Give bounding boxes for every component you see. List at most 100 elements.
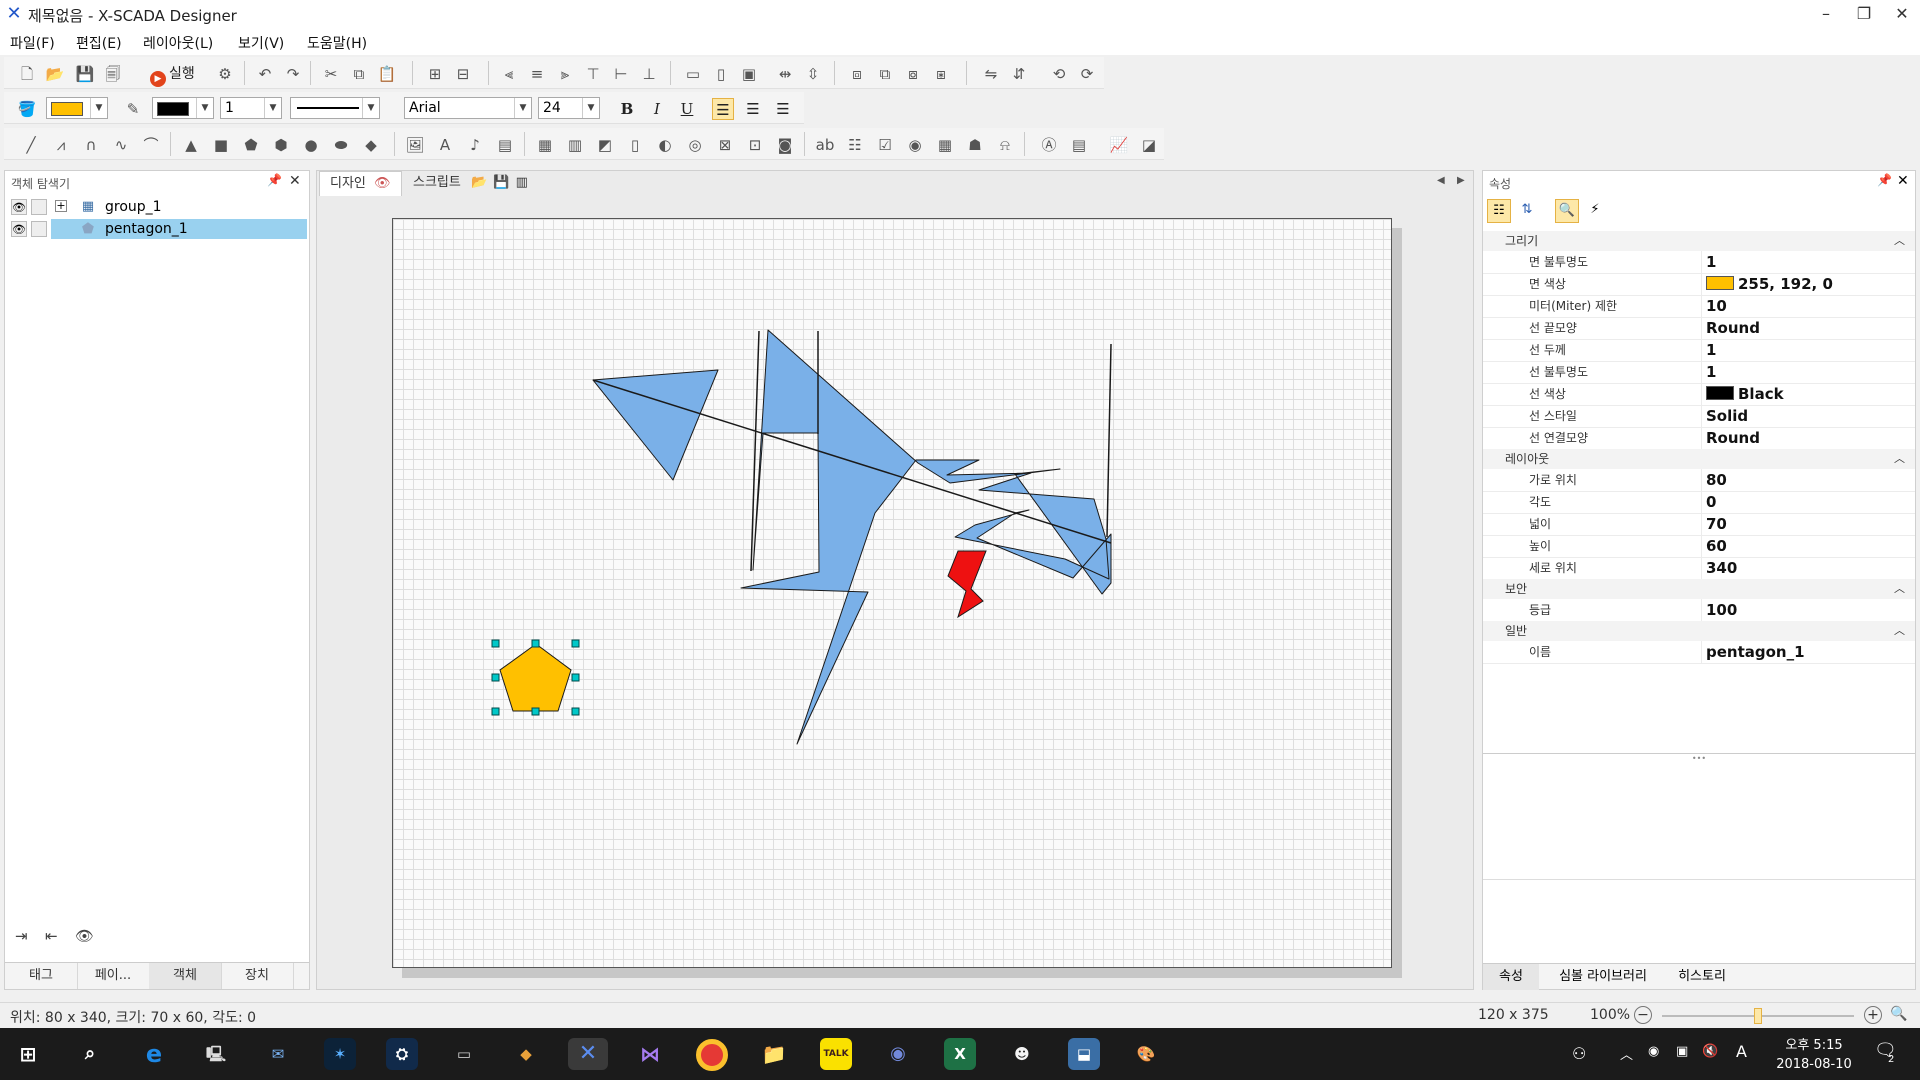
tree-item-group_1[interactable]: 👁 + ▦ group_1 xyxy=(7,197,307,217)
symbol-tool-9-icon[interactable]: ◙ xyxy=(774,134,796,156)
property-value[interactable]: Round xyxy=(1701,317,1916,339)
handle-top-center[interactable] xyxy=(531,639,540,648)
area-chart-icon[interactable]: ◪ xyxy=(1138,134,1160,156)
kakaotalk-icon[interactable]: TALK xyxy=(820,1038,852,1070)
collapse-chevron-icon[interactable]: ︿ xyxy=(1894,449,1905,469)
minimize-button[interactable]: – xyxy=(1806,0,1846,28)
property-row[interactable]: 면 색상 255, 192, 0 xyxy=(1483,273,1915,296)
property-row[interactable]: 세로 위치 340 xyxy=(1483,557,1915,580)
vertical-line-3[interactable] xyxy=(1106,343,1112,538)
symbol-tool-1-icon[interactable]: ▦ xyxy=(534,134,556,156)
line-tool-icon[interactable]: ╱ xyxy=(20,134,42,156)
symbol-tool-2-icon[interactable]: ▥ xyxy=(564,134,586,156)
symbol-tool-6-icon[interactable]: ◎ xyxy=(684,134,706,156)
open-folder-icon[interactable]: 📂 xyxy=(44,63,66,85)
zoom-out-button[interactable]: − xyxy=(1634,1006,1652,1024)
group-icon[interactable]: ⊞ xyxy=(424,63,446,85)
save-icon[interactable]: 💾 xyxy=(74,63,96,85)
text-align-left-button[interactable]: ☰ xyxy=(712,98,734,120)
tab-pages[interactable]: 페이... xyxy=(77,963,150,989)
send-backward-icon[interactable]: ⧇ xyxy=(902,63,924,85)
arc-tool-icon[interactable]: ⌒ xyxy=(140,134,162,156)
lock-toggle[interactable] xyxy=(31,221,47,237)
close-button[interactable]: ✕ xyxy=(1882,0,1920,28)
underline-button[interactable]: U xyxy=(676,98,698,120)
property-category[interactable]: 그리기 ︿ xyxy=(1483,231,1915,251)
property-category[interactable]: 보안 ︿ xyxy=(1483,579,1915,599)
expand-icon[interactable]: + xyxy=(55,200,67,212)
tab-script[interactable]: 스크립트 📂 💾 ▥ xyxy=(403,171,538,195)
folder-icon[interactable]: 📁 xyxy=(758,1038,790,1070)
drawing-canvas[interactable] xyxy=(392,218,1392,968)
paint-icon[interactable]: 🎨 xyxy=(1130,1038,1162,1070)
property-value[interactable]: pentagon_1 xyxy=(1701,641,1916,663)
pentagon_1-shape[interactable] xyxy=(499,643,572,712)
handle-bottom-right[interactable] xyxy=(571,707,580,716)
discord-tray-icon[interactable]: ◉ xyxy=(1648,1044,1659,1059)
property-value[interactable]: 1 xyxy=(1701,339,1916,361)
close-icon[interactable]: ✕ xyxy=(289,173,301,189)
eye-icon[interactable]: 👁 xyxy=(11,221,27,237)
columns-icon[interactable]: ▥ xyxy=(516,175,528,190)
save-icon[interactable]: 💾 xyxy=(493,175,509,190)
close-icon[interactable]: ✕ xyxy=(1897,173,1909,189)
same-size-icon[interactable]: ▣ xyxy=(738,63,760,85)
property-row[interactable]: 선 불투명도 1 xyxy=(1483,361,1915,384)
align-middle-icon[interactable]: ⊢ xyxy=(610,63,632,85)
bring-front-icon[interactable]: ⧈ xyxy=(846,63,868,85)
symbol-tool-7-icon[interactable]: ⊠ xyxy=(714,134,736,156)
flip-horizontal-icon[interactable]: ⇋ xyxy=(980,63,1002,85)
flip-vertical-icon[interactable]: ⇵ xyxy=(1008,63,1030,85)
align-bottom-icon[interactable]: ⊥ xyxy=(638,63,660,85)
scroll-left-icon[interactable]: ◀ xyxy=(1437,175,1445,186)
rotate-right-icon[interactable]: ⟳ xyxy=(1076,63,1098,85)
hexagon-tool-icon[interactable]: ⬢ xyxy=(270,134,292,156)
rotate-left-icon[interactable]: ⟲ xyxy=(1048,63,1070,85)
tab-symbol-library[interactable]: 심볼 라이브러리 xyxy=(1543,964,1663,990)
font-size-select[interactable]: 24 ▼ xyxy=(538,97,600,119)
polygon-tool-icon[interactable]: ◆ xyxy=(360,134,382,156)
pencil-icon[interactable]: ✎ xyxy=(122,98,144,120)
grid-control-icon[interactable]: ▦ xyxy=(934,134,956,156)
property-row[interactable]: 선 끝모양 Round xyxy=(1483,317,1915,340)
save-all-icon[interactable]: 🗐 xyxy=(102,63,124,85)
property-value[interactable]: Solid xyxy=(1701,405,1916,427)
property-row[interactable]: 가로 위치 80 xyxy=(1483,469,1915,492)
outdent-icon[interactable]: ⇤ xyxy=(45,927,58,945)
curve-tool-icon[interactable]: ∩ xyxy=(80,134,102,156)
visual-studio-icon[interactable]: ⋈ xyxy=(634,1038,666,1070)
property-value[interactable]: Round xyxy=(1701,427,1916,449)
ungroup-icon[interactable]: ⊟ xyxy=(452,63,474,85)
polyline-tool-icon[interactable]: ⩘ xyxy=(50,134,72,156)
menu-view[interactable]: 보기(V) xyxy=(238,33,284,53)
property-row[interactable]: 높이 60 xyxy=(1483,535,1915,558)
collapse-chevron-icon[interactable]: ︿ xyxy=(1894,231,1905,251)
tab-devices[interactable]: 장치 xyxy=(221,963,294,989)
xscada-taskbar-icon[interactable]: ✕ xyxy=(568,1038,608,1070)
property-row[interactable]: 미터(Miter) 제한 10 xyxy=(1483,295,1915,318)
collapse-chevron-icon[interactable]: ︿ xyxy=(1894,579,1905,599)
splitter-handle[interactable]: ••• xyxy=(1483,753,1915,763)
redo-icon[interactable]: ↷ xyxy=(282,63,304,85)
property-value[interactable]: 340 xyxy=(1701,557,1916,579)
property-row[interactable]: 선 연결모양 Round xyxy=(1483,427,1915,450)
fill-color-picker[interactable]: ▼ xyxy=(46,97,108,119)
windows-start-icon[interactable]: ⊞ xyxy=(12,1038,44,1070)
tab-objects[interactable]: 객체 xyxy=(149,963,222,989)
indent-icon[interactable]: ⇥ xyxy=(15,927,28,945)
space-horizontal-icon[interactable]: ⇹ xyxy=(774,63,796,85)
volume-muted-icon[interactable]: 🔇 xyxy=(1702,1044,1718,1059)
outlook-icon[interactable]: ✉ xyxy=(262,1038,294,1070)
text-align-right-button[interactable]: ☰ xyxy=(772,98,794,120)
file-manager-icon[interactable]: 🖳 xyxy=(200,1038,232,1070)
rectangle-tool-icon[interactable]: ■ xyxy=(210,134,232,156)
run-button[interactable]: ▶ 실행 xyxy=(150,63,195,87)
tab-history[interactable]: 히스토리 xyxy=(1667,964,1737,990)
checkbox-control-icon[interactable]: ☑ xyxy=(874,134,896,156)
menu-help[interactable]: 도움말(H) xyxy=(307,33,367,53)
table-control-icon[interactable]: ▤ xyxy=(1068,134,1090,156)
line-style-select[interactable]: ▼ xyxy=(290,97,380,119)
bezier-tool-icon[interactable]: ∿ xyxy=(110,134,132,156)
categorized-view-button[interactable]: ☷ xyxy=(1487,199,1511,223)
same-height-icon[interactable]: ▯ xyxy=(710,63,732,85)
